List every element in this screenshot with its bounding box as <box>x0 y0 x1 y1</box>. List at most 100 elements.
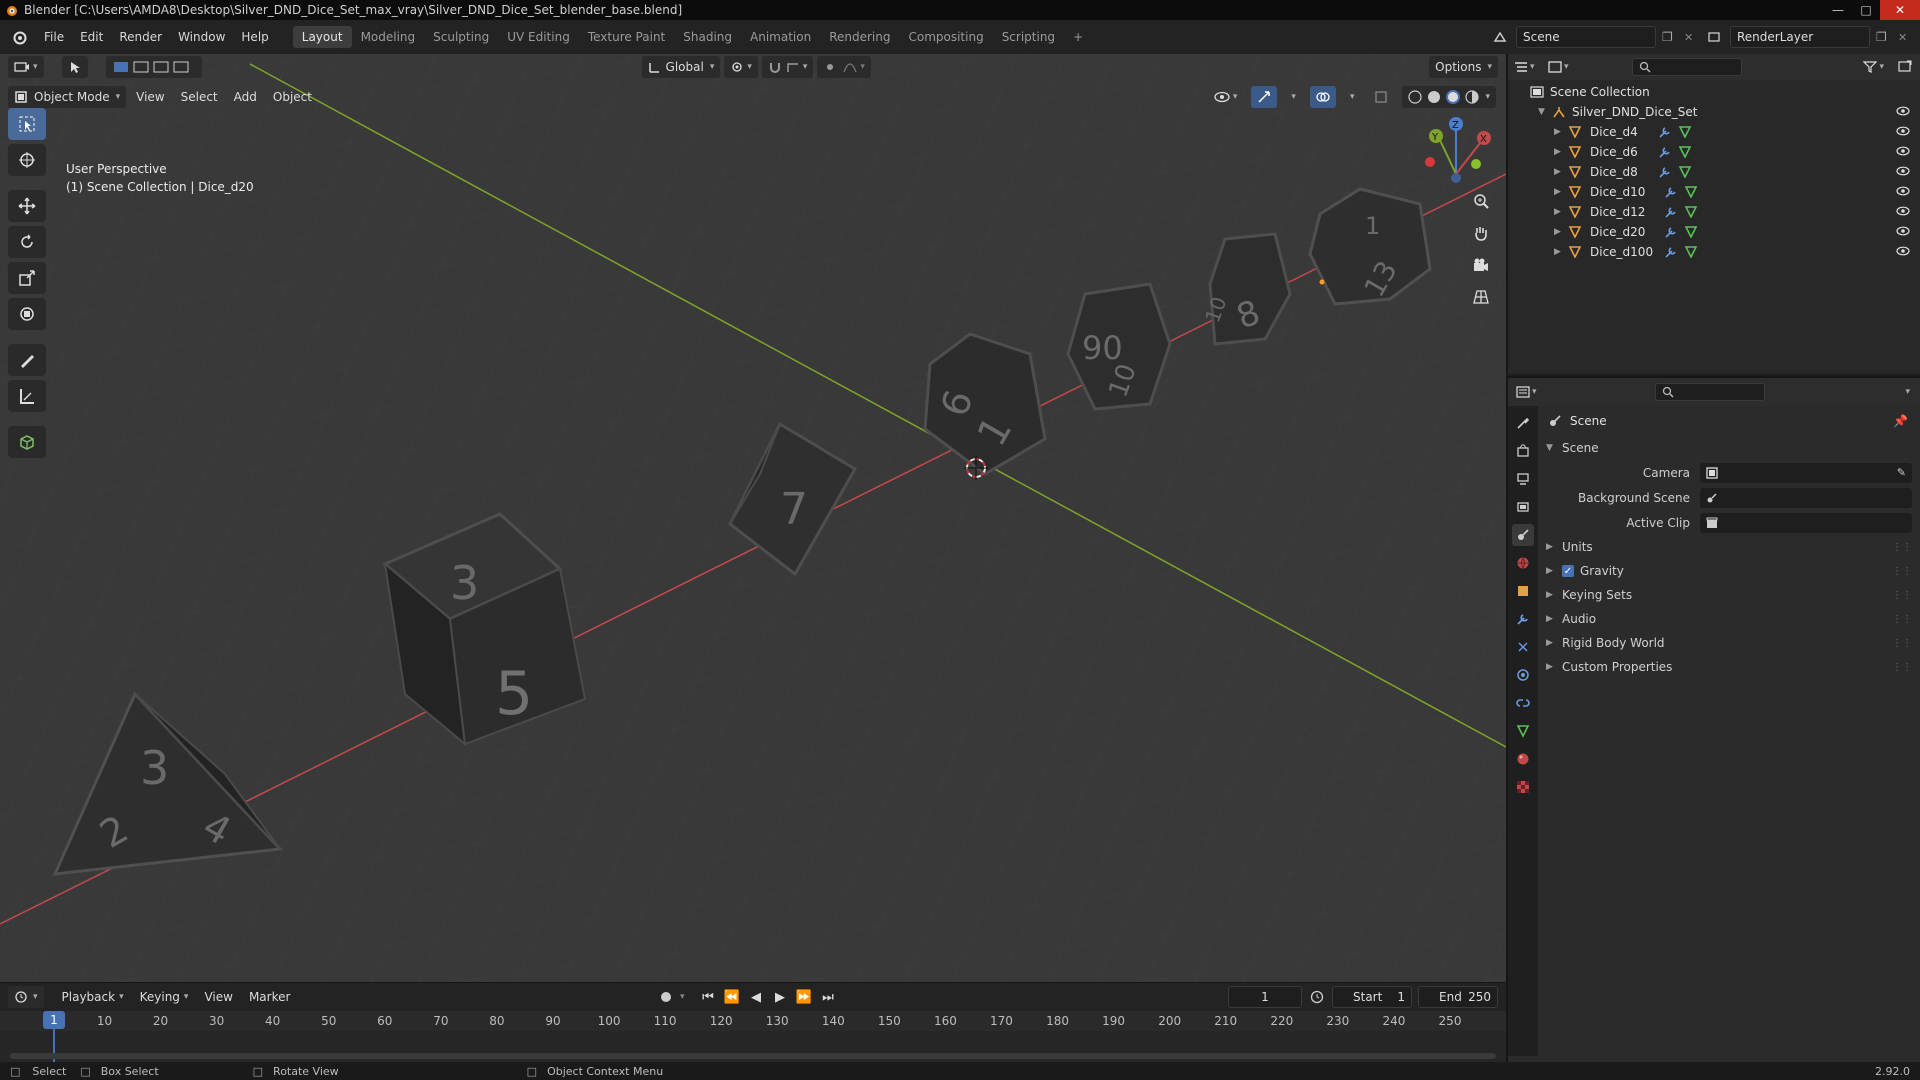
maximize-button[interactable]: □ <box>1852 0 1880 20</box>
subpanel-header[interactable]: ▶ Units ⋮⋮ <box>1538 535 1920 559</box>
drag-handle-icon[interactable]: ⋮⋮ <box>1892 638 1912 649</box>
menu-view[interactable]: View <box>130 86 170 108</box>
expand-arrow-icon[interactable]: ▶ <box>1554 207 1564 217</box>
outliner-editor-type-icon[interactable]: ▾ <box>1514 61 1542 73</box>
view-layer-field[interactable]: RenderLayer <box>1730 26 1870 48</box>
outliner-object-row[interactable]: ▶ Dice_d6 <box>1508 142 1920 162</box>
modifier-wrench-icon[interactable] <box>1658 166 1672 178</box>
object-tab-icon[interactable] <box>1512 580 1534 602</box>
drag-handle-icon[interactable]: ⋮⋮ <box>1892 566 1912 577</box>
menu-render[interactable]: Render <box>111 26 170 48</box>
record-keyframe-icon[interactable] <box>656 987 676 1007</box>
drag-handle-icon[interactable]: ⋮⋮ <box>1892 614 1912 625</box>
tool-tab-icon[interactable] <box>1512 412 1534 434</box>
scene-browse-icon[interactable] <box>1490 27 1510 47</box>
visibility-eye-icon[interactable]: ▾ <box>1208 86 1244 108</box>
jump-start-icon[interactable]: ⏮ <box>698 990 718 1005</box>
particles-tab-icon[interactable] <box>1512 636 1534 658</box>
current-frame-field[interactable]: 1 <box>1228 986 1302 1008</box>
zoom-icon[interactable] <box>1466 188 1496 214</box>
tab-texture-paint[interactable]: Texture Paint <box>579 26 674 48</box>
cursor-tool-icon[interactable] <box>8 144 46 176</box>
move-tool-icon[interactable] <box>8 190 46 222</box>
new-collection-icon[interactable] <box>1898 60 1912 75</box>
timeline-editor-type-icon[interactable]: ▾ <box>8 986 44 1008</box>
overlays-toggle-icon[interactable] <box>1309 86 1336 108</box>
outliner-object-row[interactable]: ▶ Dice_d8 <box>1508 162 1920 182</box>
transform-orientation-dropdown[interactable]: Global ▾ <box>641 56 721 78</box>
prev-keyframe-icon[interactable]: ⏪ <box>722 990 742 1005</box>
delete-view-layer-icon[interactable]: ✕ <box>1898 31 1912 44</box>
menu-add[interactable]: Add <box>228 86 263 108</box>
data-tab-icon[interactable] <box>1512 720 1534 742</box>
output-tab-icon[interactable] <box>1512 468 1534 490</box>
texture-tab-icon[interactable] <box>1512 776 1534 798</box>
expand-arrow-icon[interactable]: ▶ <box>1554 247 1564 257</box>
scene-panel-header[interactable]: ▼ Scene <box>1538 436 1920 460</box>
pan-hand-icon[interactable] <box>1466 220 1496 246</box>
menu-select[interactable]: Select <box>175 86 224 108</box>
frame-ruler[interactable]: 10 20 30 40 50 60 70 80 90 100 110 120 130 140 150 160 1… <box>0 1011 1506 1031</box>
camera-field[interactable]: ✎ <box>1700 462 1912 483</box>
modifier-wrench-icon[interactable] <box>1658 146 1672 158</box>
mesh-data-icon[interactable] <box>1684 226 1698 238</box>
outliner-scene-collection[interactable]: Scene Collection <box>1508 82 1920 102</box>
shading-mode-buttons[interactable]: ▾ <box>1402 86 1496 108</box>
expand-arrow-icon[interactable]: ▶ <box>1554 187 1564 197</box>
active-clip-field[interactable] <box>1700 512 1912 533</box>
expand-arrow-icon[interactable]: ▶ <box>1554 127 1564 137</box>
menu-edit[interactable]: Edit <box>72 26 111 48</box>
pivot-point-dropdown[interactable]: ▾ <box>724 56 758 78</box>
modifier-wrench-icon[interactable] <box>1664 206 1678 218</box>
mesh-data-icon[interactable] <box>1678 166 1692 178</box>
tab-compositing[interactable]: Compositing <box>899 26 992 48</box>
mesh-data-icon[interactable] <box>1684 206 1698 218</box>
properties-search-input[interactable] <box>1654 383 1765 401</box>
play-reverse-icon[interactable]: ◀ <box>746 990 766 1005</box>
subpanel-header[interactable]: ▶ Keying Sets ⋮⋮ <box>1538 583 1920 607</box>
gizmo-chevron-icon[interactable]: ▾ <box>1285 86 1302 108</box>
tab-animation[interactable]: Animation <box>741 26 820 48</box>
jump-end-icon[interactable]: ⏭ <box>818 990 838 1005</box>
outliner-object-row[interactable]: ▶ Dice_d4 <box>1508 122 1920 142</box>
tab-shading[interactable]: Shading <box>674 26 741 48</box>
properties-editor-type-icon[interactable]: ▾ <box>1516 386 1537 398</box>
outliner-object-row[interactable]: ▶ Dice_d10 <box>1508 182 1920 202</box>
properties-editor[interactable]: ▾ ▾ Scene 📌 ▼ Scene Camera ✎ Background … <box>1506 376 1920 1062</box>
drag-handle-icon[interactable]: ⋮⋮ <box>1892 662 1912 673</box>
visibility-eye-icon[interactable] <box>1896 165 1910 179</box>
display-mode-icon[interactable]: ▾ <box>1548 61 1578 73</box>
physics-tab-icon[interactable] <box>1512 664 1534 686</box>
preview-range-clock-icon[interactable] <box>1308 988 1326 1006</box>
modifier-tab-icon[interactable] <box>1512 608 1534 630</box>
subpanel-header[interactable]: ▶ Custom Properties ⋮⋮ <box>1538 655 1920 679</box>
menu-help[interactable]: Help <box>233 26 276 48</box>
menu-window[interactable]: Window <box>170 26 233 48</box>
tab-uv-editing[interactable]: UV Editing <box>498 26 579 48</box>
outliner-collection-row[interactable]: ▼ Silver_DND_Dice_Set <box>1508 102 1920 122</box>
auto-key-chevron-icon[interactable]: ▾ <box>680 992 694 1002</box>
subpanel-header[interactable]: ▶ Audio ⋮⋮ <box>1538 607 1920 631</box>
outliner-object-row[interactable]: ▶ Dice_d20 <box>1508 222 1920 242</box>
timeline-view-menu[interactable]: View <box>198 986 238 1008</box>
mesh-data-icon[interactable] <box>1684 186 1698 198</box>
constraints-tab-icon[interactable] <box>1512 692 1534 714</box>
drag-handle-icon[interactable]: ⋮⋮ <box>1892 542 1912 553</box>
minimize-button[interactable]: — <box>1824 0 1852 20</box>
proportional-edit-toggle[interactable]: ▾ <box>817 56 871 78</box>
perspective-toggle-icon[interactable] <box>1466 284 1496 310</box>
add-workspace-button[interactable]: + <box>1064 26 1092 48</box>
close-button[interactable]: ✕ <box>1880 0 1920 20</box>
gravity-checkbox[interactable]: ✓ <box>1562 565 1574 577</box>
pin-icon[interactable]: 📌 <box>1893 414 1908 428</box>
next-keyframe-icon[interactable]: ⏩ <box>794 990 814 1005</box>
filter-icon[interactable]: ▾ <box>1863 61 1884 73</box>
blender-menu-icon[interactable] <box>8 26 30 48</box>
playhead-frame-indicator[interactable]: 1 <box>43 1011 65 1029</box>
modifier-wrench-icon[interactable] <box>1658 126 1672 138</box>
annotate-tool-icon[interactable] <box>8 344 46 376</box>
playback-menu[interactable]: Playback ▾ <box>56 986 130 1008</box>
modifier-wrench-icon[interactable] <box>1664 246 1678 258</box>
add-cube-tool-icon[interactable] <box>8 426 46 458</box>
properties-options-chevron-icon[interactable]: ▾ <box>1905 387 1910 397</box>
